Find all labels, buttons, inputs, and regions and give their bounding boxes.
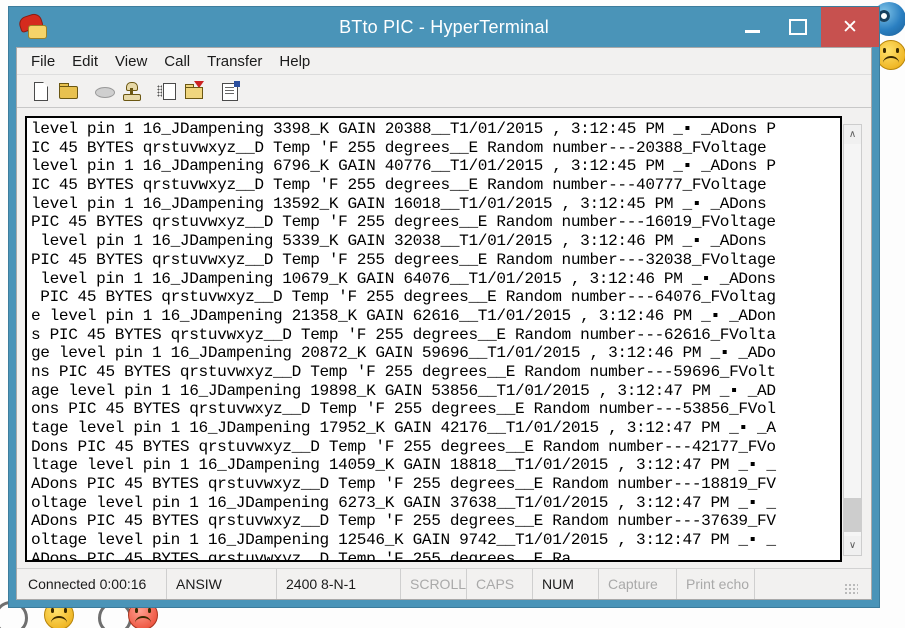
terminal-line: level pin 1 16_JDampening 13592_K GAIN 1… — [31, 195, 840, 214]
terminal-line: PIC 45 BYTES qrstuvwxyz__D Temp 'F 255 d… — [31, 213, 840, 232]
terminal-scrollbar[interactable]: ∧ ∨ — [843, 124, 862, 556]
status-indicator-scroll: SCROLL — [401, 569, 467, 599]
send-file-icon[interactable] — [156, 80, 178, 102]
window-client-area: File Edit View Call Transfer Help — [16, 47, 872, 600]
terminal-line: level pin 1 16_JDampening 5339_K GAIN 32… — [31, 232, 840, 251]
close-button[interactable]: ✕ — [821, 7, 879, 47]
menu-item-transfer[interactable]: Transfer — [207, 53, 262, 70]
status-indicator-print-echo: Print echo — [677, 569, 755, 599]
terminal-line: PIC 45 BYTES qrstuvwxyz__D Temp 'F 255 d… — [31, 251, 840, 270]
maximize-icon — [789, 19, 807, 35]
menu-item-edit[interactable]: Edit — [72, 53, 98, 70]
terminal-line: oltage level pin 1 16_JDampening 6273_K … — [31, 494, 840, 513]
text-cursor — [571, 560, 579, 562]
scrollbar-track[interactable] — [844, 144, 861, 536]
smiley-mouth — [135, 616, 151, 623]
menu-item-help[interactable]: Help — [279, 53, 310, 70]
title-bar[interactable]: BTto PIC - HyperTerminal ✕ — [9, 7, 879, 47]
terminal-line: Dons PIC 45 BYTES qrstuvwxyz__D Temp 'F … — [31, 438, 840, 457]
smiley-eye-right — [148, 608, 151, 613]
maximize-button[interactable] — [775, 7, 821, 47]
desktop-smiley-icon-yellow-right — [876, 40, 905, 70]
minimize-button[interactable] — [729, 7, 775, 47]
menu-bar: File Edit View Call Transfer Help — [17, 48, 871, 75]
window-controls: ✕ — [729, 7, 879, 47]
disconnect-icon[interactable] — [93, 80, 115, 102]
menu-item-call[interactable]: Call — [164, 53, 190, 70]
terminal-line: ons PIC 45 BYTES qrstuvwxyz__D Temp 'F 2… — [31, 400, 840, 419]
terminal-line: age level pin 1 16_JDampening 19898_K GA… — [31, 382, 840, 401]
tool-bar — [17, 75, 871, 108]
terminal-line: tage level pin 1 16_JDampening 17952_K G… — [31, 419, 840, 438]
resize-grip[interactable] — [844, 583, 858, 595]
status-connected: Connected 0:00:16 — [17, 569, 167, 599]
terminal-line: IC 45 BYTES qrstuvwxyz__D Temp 'F 255 de… — [31, 176, 840, 195]
screen: BTto PIC - HyperTerminal ✕ File Edit Vie… — [0, 0, 905, 628]
terminal-line: ns PIC 45 BYTES qrstuvwxyz__D Temp 'F 25… — [31, 363, 840, 382]
smiley-mouth — [51, 616, 67, 623]
terminal-line: IC 45 BYTES qrstuvwxyz__D Temp 'F 255 de… — [31, 139, 840, 158]
hyperterminal-window: BTto PIC - HyperTerminal ✕ File Edit Vie… — [8, 6, 880, 608]
smiley-eye-left — [883, 48, 886, 53]
terminal-line: oltage level pin 1 16_JDampening 12546_K… — [31, 531, 840, 550]
terminal-line: level pin 1 16_JDampening 10679_K GAIN 6… — [31, 270, 840, 289]
terminal-line: ltage level pin 1 16_JDampening 14059_K … — [31, 456, 840, 475]
open-folder-icon[interactable] — [57, 80, 79, 102]
smiley-eye-right — [64, 608, 67, 613]
terminal-line: ADons PIC 45 BYTES qrstuvwxyz__D Temp 'F… — [31, 475, 840, 494]
phone-icon — [19, 14, 49, 40]
terminal-line: s PIC 45 BYTES qrstuvwxyz__D Temp 'F 255… — [31, 326, 840, 345]
status-indicator-num: NUM — [533, 569, 599, 599]
terminal-line: ADons PIC 45 BYTES qrstuvwxyz__D Temp 'F… — [31, 512, 840, 531]
terminal-text: level pin 1 16_JDampening 3398_K GAIN 20… — [31, 120, 840, 562]
menu-item-view[interactable]: View — [115, 53, 147, 70]
menu-item-file[interactable]: File — [31, 53, 55, 70]
minimize-icon — [745, 30, 760, 33]
phone-base-shape — [28, 25, 47, 39]
scroll-down-button[interactable]: ∨ — [844, 536, 861, 555]
status-resize-area — [755, 569, 871, 599]
terminal-line: PIC 45 BYTES qrstuvwxyz__D Temp 'F 255 d… — [31, 288, 840, 307]
call-phone-icon[interactable] — [120, 80, 142, 102]
scroll-up-button[interactable]: ∧ — [844, 125, 861, 144]
terminal-line: e level pin 1 16_JDampening 21358_K GAIN… — [31, 307, 840, 326]
terminal-output[interactable]: level pin 1 16_JDampening 3398_K GAIN 20… — [25, 116, 842, 562]
terminal-line: ge level pin 1 16_JDampening 20872_K GAI… — [31, 344, 840, 363]
terminal-area: level pin 1 16_JDampening 3398_K GAIN 20… — [17, 108, 871, 568]
smiley-eye-right — [896, 48, 899, 53]
properties-icon[interactable] — [219, 80, 241, 102]
smiley-eye-left — [51, 608, 54, 613]
status-indicator-capture: Capture — [599, 569, 677, 599]
status-emulation: ANSIW — [167, 569, 277, 599]
terminal-line: level pin 1 16_JDampening 6796_K GAIN 40… — [31, 157, 840, 176]
terminal-line: level pin 1 16_JDampening 3398_K GAIN 20… — [31, 120, 840, 139]
status-line-settings: 2400 8-N-1 — [277, 569, 401, 599]
new-connection-icon[interactable] — [30, 80, 52, 102]
status-indicator-caps: CAPS — [467, 569, 533, 599]
scrollbar-thumb[interactable] — [844, 498, 861, 532]
smiley-eye-left — [135, 608, 138, 613]
status-bar: Connected 0:00:16 ANSIW 2400 8-N-1 SCROL… — [17, 568, 871, 599]
receive-file-icon[interactable] — [183, 80, 205, 102]
smiley-mouth — [883, 56, 899, 63]
terminal-line: ADons PIC 45 BYTES qrstuvwxyz__D Temp 'F… — [31, 550, 840, 562]
